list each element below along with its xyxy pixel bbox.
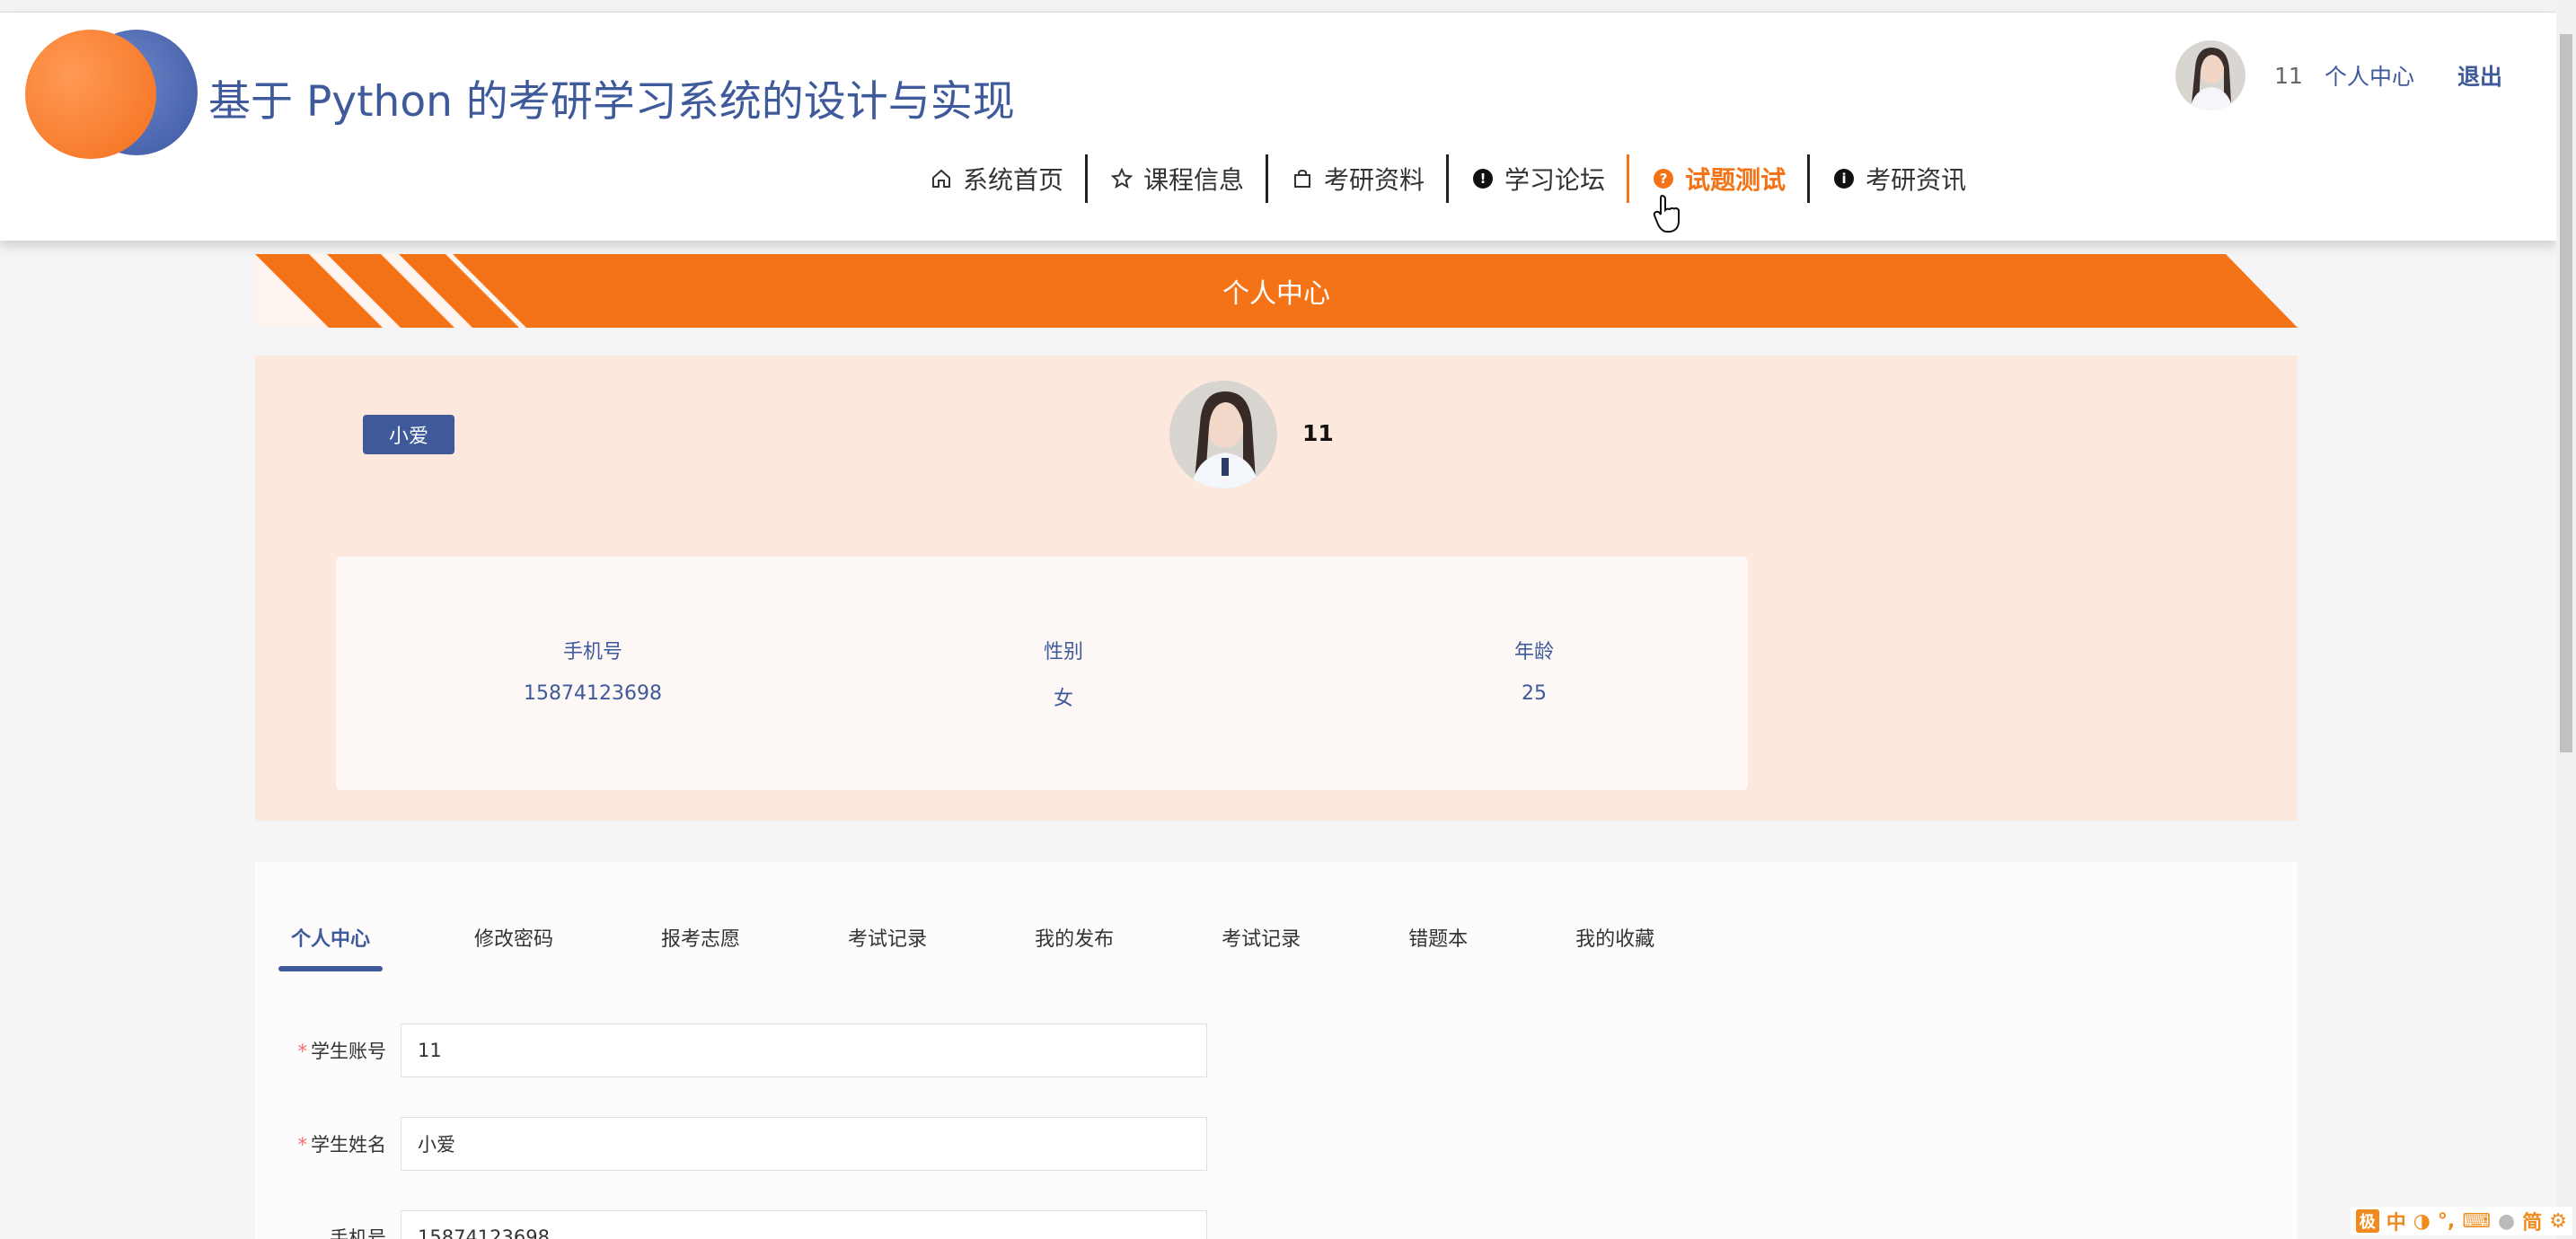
keyboard-icon[interactable]: ⌨	[2462, 1210, 2491, 1233]
site-title: 基于 Python 的考研学习系统的设计与实现	[208, 77, 1015, 127]
site-header: 基于 Python 的考研学习系统的设计与实现 11 个人中心 退出 系统首页 …	[0, 13, 2556, 241]
nav-label: 课程信息	[1143, 165, 1245, 195]
tab-exam-records-2[interactable]: 考试记录	[1222, 912, 1301, 971]
nav-item-forum[interactable]: ! 学习论坛	[1449, 154, 1630, 203]
ime-toolbar[interactable]: 极 中 ◑ °, ⌨ ● 简 ⚙	[2350, 1207, 2572, 1235]
info-gender-label: 性别	[1043, 641, 1083, 663]
ime-mode[interactable]: 中	[2386, 1207, 2406, 1235]
nav-label: 考研资讯	[1866, 165, 1967, 195]
nav-item-news[interactable]: i 考研资讯	[1810, 154, 1988, 203]
tab-wrong-questions[interactable]: 错题本	[1408, 912, 1468, 971]
nav-label: 考研资料	[1324, 165, 1425, 195]
profile-info-box: 手机号 15874123698 性别 女 年龄 25	[336, 557, 1748, 790]
question-icon: ?	[1651, 166, 1676, 191]
nav-label: 学习论坛	[1504, 165, 1606, 195]
banner-title: 个人中心	[1222, 278, 1330, 310]
info-phone: 手机号 15874123698	[458, 636, 728, 705]
site-logo	[25, 30, 198, 159]
page-banner: 个人中心	[255, 254, 2298, 328]
tab-my-posts[interactable]: 我的发布	[1035, 912, 1114, 971]
scrollbar-thumb[interactable]	[2560, 34, 2572, 752]
info-age: 年龄 25	[1399, 636, 1669, 705]
phone-label: 手机号	[330, 1227, 386, 1239]
info-phone-value: 15874123698	[524, 682, 662, 705]
browser-top-strip	[0, 0, 2556, 13]
name-label: * 学生姓名	[297, 1134, 387, 1156]
punctuation-icon[interactable]: °,	[2438, 1210, 2455, 1233]
user-avatar[interactable]	[2175, 40, 2246, 110]
nav-item-courses[interactable]: 课程信息	[1088, 154, 1269, 203]
form-row-name: * 学生姓名	[280, 1117, 1207, 1171]
tab-applications[interactable]: 报考志愿	[661, 912, 740, 971]
ime-logo[interactable]: 极	[2355, 1209, 2379, 1233]
profile-card: 小爱 11 手机号 15874123698 性别 女 年龄 25	[255, 356, 2298, 821]
user-area: 11 个人中心 退出	[2175, 40, 2502, 111]
nav-label: 试题测试	[1685, 165, 1786, 195]
tab-profile[interactable]: 个人中心	[278, 912, 384, 971]
gear-icon[interactable]: ⚙	[2549, 1210, 2567, 1233]
account-label: * 学生账号	[297, 1041, 387, 1062]
info-age-value: 25	[1522, 682, 1547, 705]
moon-icon[interactable]: ◑	[2413, 1210, 2430, 1233]
info-gender-value: 女	[1053, 688, 1073, 710]
profile-name: 11	[1302, 420, 1334, 446]
nav-label: 系统首页	[963, 165, 1064, 195]
logout-link[interactable]: 退出	[2457, 59, 2502, 92]
form-row-phone: 手机号	[280, 1210, 1207, 1239]
account-panel: 个人中心 修改密码 报考志愿 考试记录 我的发布 考试记录 错题本 我的收藏 *…	[255, 862, 2298, 1239]
ime-charset[interactable]: 简	[2522, 1207, 2542, 1235]
main-nav: 系统首页 课程信息 考研资料 ! 学习论坛 ? 试题测试 i 考研资讯	[907, 153, 1988, 205]
profile-tabs: 个人中心 修改密码 报考志愿 考试记录 我的发布 考试记录 错题本 我的收藏	[278, 912, 1654, 971]
home-icon	[929, 166, 954, 191]
info-phone-label: 手机号	[562, 641, 622, 663]
name-input[interactable]	[401, 1117, 1207, 1171]
info-icon: i	[1831, 166, 1857, 191]
star-icon	[1109, 166, 1134, 191]
user-center-link[interactable]: 个人中心	[2325, 59, 2414, 92]
name-badge: 小爱	[363, 415, 454, 454]
form-row-account: * 学生账号	[280, 1024, 1207, 1077]
user-name: 11	[2274, 62, 2303, 89]
bag-icon	[1290, 166, 1315, 191]
profile-avatar	[1169, 381, 1277, 488]
hand-cursor-icon	[1653, 194, 1680, 233]
info-gender: 性别 女	[929, 636, 1198, 711]
user-icon[interactable]: ●	[2498, 1210, 2515, 1233]
exclamation-icon: !	[1470, 166, 1495, 191]
phone-input[interactable]	[401, 1210, 1207, 1239]
tab-favorites[interactable]: 我的收藏	[1575, 912, 1654, 971]
nav-item-materials[interactable]: 考研资料	[1268, 154, 1450, 203]
tab-change-password[interactable]: 修改密码	[474, 912, 553, 971]
tab-exam-records[interactable]: 考试记录	[848, 912, 927, 971]
page-scrollbar[interactable]	[2556, 0, 2576, 1239]
account-input[interactable]	[401, 1024, 1207, 1077]
info-age-label: 年龄	[1513, 641, 1554, 663]
nav-item-home[interactable]: 系统首页	[907, 154, 1089, 203]
